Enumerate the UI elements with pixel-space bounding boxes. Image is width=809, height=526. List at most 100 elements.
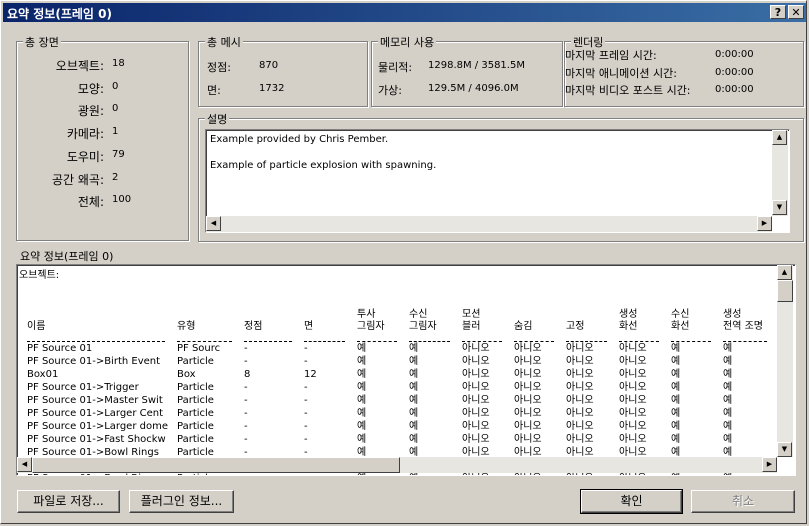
total-label: 모양:	[77, 81, 104, 96]
ok-button[interactable]: 확인	[580, 489, 683, 514]
table-cell: 예	[409, 395, 419, 406]
scroll-up-arrow-icon[interactable]: ▲	[777, 265, 792, 280]
column-header[interactable]: 생성 화선	[611, 291, 663, 333]
cancel-button[interactable]: 취소	[691, 490, 795, 513]
render-time-label: 마지막 비디오 포스트 시간:	[565, 84, 691, 97]
table-cell: Box01	[27, 369, 59, 380]
table-cell: -	[304, 434, 308, 445]
scroll-left-arrow-icon[interactable]: ◀	[206, 216, 221, 231]
objects-section-heading: 오브젝트:	[19, 270, 60, 281]
column-header[interactable]: 이름	[19, 291, 169, 333]
table-cell: 아니오	[619, 382, 647, 393]
table-cell: 예	[723, 421, 733, 432]
header-divider	[349, 333, 401, 342]
table-cell: 예	[671, 408, 681, 419]
table-cell: 예	[723, 356, 733, 367]
table-row[interactable]: PF Source 01->Fast Shockw Particle - - 예 예 아니오…	[19, 433, 771, 446]
description-vscrollbar[interactable]: ▲ ▼	[772, 130, 788, 216]
table-row[interactable]: PF Source 01->Master Swit Particle - - 예 예 아니오…	[19, 394, 771, 407]
column-header[interactable]: 고정	[558, 291, 611, 333]
table-cell: 예	[357, 408, 367, 419]
description-hscrollbar[interactable]: ◀ ▶	[206, 216, 772, 232]
hscroll-thumb[interactable]	[32, 457, 400, 473]
summary-hscrollbar[interactable]: ◀ ▶	[17, 457, 777, 473]
window-title: 요약 정보(프레임 0)	[7, 7, 112, 21]
column-header[interactable]: 모션 블러	[454, 291, 506, 333]
table-cell: 예	[671, 382, 681, 393]
memory-usage-group: 메모리 사용 물리적: 1298.8M / 3581.5M 가상: 129.5M…	[371, 34, 563, 107]
table-row[interactable]: PF Source 01->Birth Event Particle - - 예 예 아니오…	[19, 355, 771, 368]
table-cell: 8	[244, 369, 251, 380]
table-cell: -	[304, 356, 308, 367]
table-cell: -	[244, 434, 248, 445]
table-cell: 예	[357, 421, 367, 432]
scroll-right-arrow-icon[interactable]: ▶	[762, 457, 777, 472]
total-label: 광원:	[77, 104, 104, 119]
help-button[interactable]: ?	[770, 5, 786, 19]
column-header[interactable]: 투사 그림자	[349, 291, 401, 333]
virtual-memory-value: 129.5M / 4096.0M	[428, 83, 519, 94]
table-row[interactable]: PF Source 01->Trigger Particle - - 예 예 아니오 아니오 아…	[19, 381, 771, 394]
table-cell: 아니오	[566, 434, 594, 445]
column-header[interactable]: 수신 화선	[663, 291, 715, 333]
faces-label: 면:	[207, 84, 221, 97]
table-cell: -	[304, 382, 308, 393]
table-cell: 예	[671, 434, 681, 445]
total-value: 79	[112, 148, 125, 160]
plugin-info-button[interactable]: 플러그인 정보...	[129, 490, 234, 513]
table-cell: -	[244, 395, 248, 406]
table-row[interactable]: PF Source 01->Larger dome Particle - - 예 예 아니오…	[19, 420, 771, 433]
table-cell: Box	[177, 369, 196, 380]
column-header[interactable]: 정점	[236, 291, 296, 333]
summary-vscrollbar[interactable]: ▲ ▼	[777, 265, 793, 457]
scroll-down-arrow-icon[interactable]: ▼	[777, 442, 792, 457]
table-row[interactable]: PF Source 01 PF Sourc - - 예 예 아니오 아니오 아니오 아니오 예 예	[19, 342, 771, 355]
table-row[interactable]: PF Source 01->Larger Cent Particle - - 예 예 아니오…	[19, 407, 771, 420]
description-legend: 설명	[205, 111, 230, 127]
table-cell: 아니오	[619, 343, 647, 354]
scroll-down-arrow-icon[interactable]: ▼	[772, 200, 787, 215]
table-cell: -	[244, 421, 248, 432]
total-label: 전체:	[77, 195, 104, 210]
total-label: 도우미:	[66, 149, 104, 164]
description-textarea[interactable]: Example provided by Chris Pember. Exampl…	[205, 129, 790, 233]
summary-listbox[interactable]: 오브젝트: 이름 유형 정점 면 투사 그림자 수신 그림자 모션 블러 숨김 고정 생성 화선 수…	[16, 264, 796, 476]
table-cell: 예	[357, 395, 367, 406]
table-cell: -	[244, 408, 248, 419]
table-cell: 아니오	[514, 369, 542, 380]
column-header[interactable]: 생성 전역 조명	[715, 291, 771, 333]
table-cell: 예	[409, 343, 419, 354]
table-row[interactable]: Box01 Box 8 12 예 예 아니오 아니오 아니오 아니오 예 예	[19, 368, 771, 381]
column-header[interactable]: 유형	[169, 291, 236, 333]
table-cell: 아니오	[619, 421, 647, 432]
column-header[interactable]: 숨김	[506, 291, 558, 333]
table-cell: 예	[723, 434, 733, 445]
table-cell: 아니오	[462, 434, 490, 445]
scroll-up-arrow-icon[interactable]: ▲	[772, 130, 787, 145]
table-cell: 예	[671, 395, 681, 406]
scroll-right-arrow-icon[interactable]: ▶	[757, 216, 772, 231]
vertices-label: 정점:	[207, 61, 231, 74]
title-bar[interactable]: 요약 정보(프레임 0) ? ✕	[3, 3, 806, 22]
column-header[interactable]: 면	[296, 291, 349, 333]
table-cell: 아니오	[514, 343, 542, 354]
table-cell: PF Source 01->Birth Event	[27, 356, 161, 367]
table-cell: 아니오	[619, 434, 647, 445]
scroll-left-arrow-icon[interactable]: ◀	[17, 457, 32, 472]
vscroll-thumb[interactable]	[777, 280, 793, 302]
save-to-file-button[interactable]: 파일로 저장...	[17, 490, 120, 513]
close-button[interactable]: ✕	[788, 5, 804, 19]
column-header[interactable]: 수신 그림자	[401, 291, 454, 333]
table-cell: Particle	[177, 421, 214, 432]
total-label: 공간 왜곡:	[51, 172, 104, 187]
table-cell: PF Source 01->Trigger	[27, 382, 139, 393]
table-cell: 예	[409, 369, 419, 380]
rendering-group: 렌더링 마지막 프레임 시간: 0:00:00 마지막 애니메이션 시간: 0:00:…	[564, 34, 804, 107]
table-cell: Particle	[177, 395, 214, 406]
table-cell: 예	[409, 356, 419, 367]
render-time-value: 0:00:00	[715, 49, 754, 60]
table-cell: 아니오	[514, 434, 542, 445]
table-cell: 12	[304, 369, 317, 380]
table-cell: 예	[723, 408, 733, 419]
header-divider	[558, 333, 611, 342]
